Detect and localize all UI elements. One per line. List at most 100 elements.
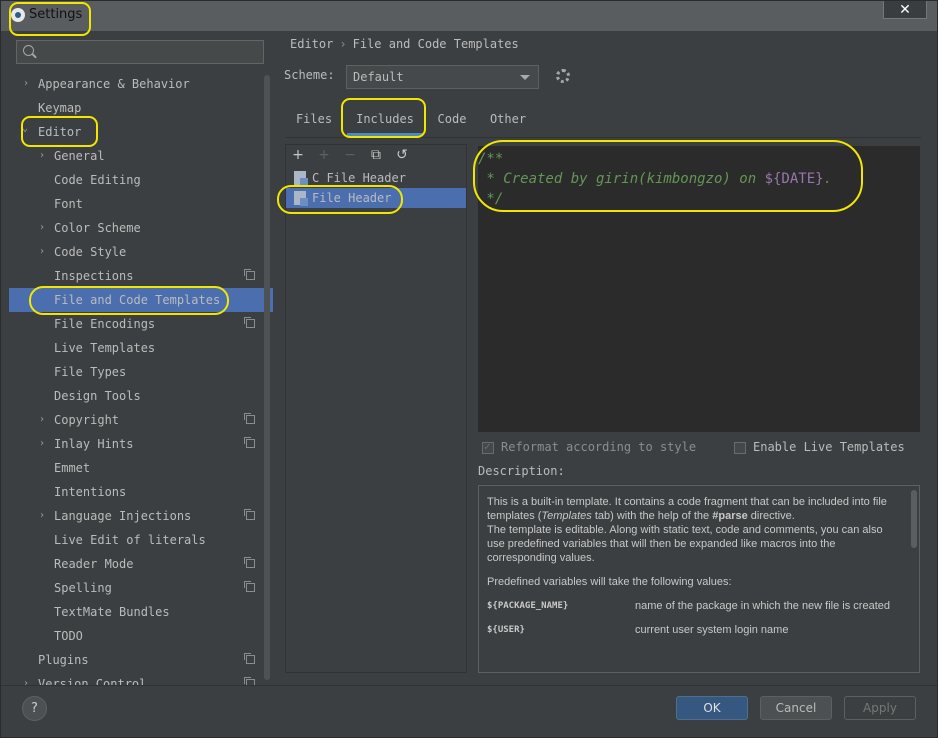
tree-item-textmate-bundles[interactable]: TextMate Bundles bbox=[9, 600, 273, 624]
tree-item-label: General bbox=[54, 149, 105, 163]
tree-item-editor[interactable]: ⌄ Editor bbox=[9, 120, 273, 144]
tree-item-intentions[interactable]: Intentions bbox=[9, 480, 273, 504]
template-editor[interactable]: /** * Created by girin(kimbongzo) on ${D… bbox=[478, 146, 920, 432]
tree-item-emmet[interactable]: Emmet bbox=[9, 456, 273, 480]
description-paragraph: Predefined variables will take the follo… bbox=[487, 576, 732, 588]
cancel-button[interactable]: Cancel bbox=[760, 696, 832, 720]
settings-search[interactable] bbox=[16, 40, 264, 64]
tree-item-color-scheme[interactable]: › Color Scheme bbox=[9, 216, 273, 240]
description-label: Description: bbox=[478, 464, 565, 478]
project-scope-icon bbox=[244, 653, 255, 664]
tree-item-label: File Types bbox=[54, 365, 127, 379]
add-icon[interactable]: + bbox=[290, 147, 306, 163]
description-text: directive. bbox=[747, 510, 795, 522]
tree-item-copyright[interactable]: › Copyright bbox=[9, 408, 273, 432]
tree-item-file-and-code-templates[interactable]: File and Code Templates bbox=[9, 288, 273, 312]
tree-item-inlay-hints[interactable]: › Inlay Hints bbox=[9, 432, 273, 456]
chevron-right-icon[interactable]: › bbox=[39, 144, 49, 168]
tree-item-live-templates[interactable]: Live Templates bbox=[9, 336, 273, 360]
tree-item-label: Live Templates bbox=[54, 341, 156, 355]
tree-item-file-types[interactable]: File Types bbox=[9, 360, 273, 384]
tree-item-label: Font bbox=[54, 197, 83, 211]
tree-item-spelling[interactable]: Spelling bbox=[9, 576, 273, 600]
code-line: */ bbox=[478, 191, 504, 207]
copy-icon[interactable]: ⧉ bbox=[368, 147, 384, 163]
chevron-right-icon[interactable]: › bbox=[39, 408, 49, 432]
remove-icon[interactable]: − bbox=[342, 147, 358, 163]
description-paragraph: The template is editable. Along with sta… bbox=[487, 524, 883, 564]
code-line: /** bbox=[478, 151, 504, 167]
sidebar-scrollbar[interactable] bbox=[264, 75, 270, 680]
settings-dialog: Settings ✕ › Appearance & Behavior Keyma… bbox=[0, 0, 938, 738]
tree-item-keymap[interactable]: Keymap bbox=[9, 96, 273, 120]
tree-item-inspections[interactable]: Inspections bbox=[9, 264, 273, 288]
tree-item-code-style[interactable]: › Code Style bbox=[9, 240, 273, 264]
divider bbox=[1, 685, 937, 686]
tree-item-general[interactable]: › General bbox=[9, 144, 273, 168]
scheme-label: Scheme: bbox=[284, 68, 335, 82]
template-item-label: File Header bbox=[312, 191, 392, 205]
breadcrumb-current: File and Code Templates bbox=[352, 37, 519, 51]
tree-item-label: Live Edit of literals bbox=[54, 533, 206, 547]
tree-item-label: Appearance & Behavior bbox=[38, 77, 190, 91]
chevron-right-icon[interactable]: › bbox=[23, 672, 33, 685]
chevron-down-icon[interactable]: ⌄ bbox=[22, 117, 32, 141]
scheme-dropdown[interactable]: Default bbox=[346, 65, 539, 89]
project-scope-icon bbox=[244, 269, 255, 280]
apply-button[interactable]: Apply bbox=[844, 696, 916, 720]
project-scope-icon bbox=[244, 413, 255, 424]
chevron-right-icon[interactable]: › bbox=[39, 240, 49, 264]
chevron-right-icon[interactable]: › bbox=[23, 72, 33, 96]
tree-item-language-injections[interactable]: › Language Injections bbox=[9, 504, 273, 528]
tree-item-reader-mode[interactable]: Reader Mode bbox=[9, 552, 273, 576]
chevron-right-icon[interactable]: › bbox=[39, 432, 49, 456]
help-button[interactable]: ? bbox=[22, 696, 47, 721]
tree-item-appearance-behavior[interactable]: › Appearance & Behavior bbox=[9, 72, 273, 96]
tree-item-label: Color Scheme bbox=[54, 221, 141, 235]
description-text: #parse bbox=[712, 510, 748, 522]
breadcrumb: Editor › File and Code Templates bbox=[290, 37, 519, 51]
template-item-c-file-header[interactable]: C File Header bbox=[286, 168, 466, 188]
tree-item-design-tools[interactable]: Design Tools bbox=[9, 384, 273, 408]
tree-item-label: Inlay Hints bbox=[54, 437, 134, 451]
tree-item-file-encodings[interactable]: File Encodings bbox=[9, 312, 273, 336]
project-scope-icon bbox=[244, 557, 255, 568]
description-scrollbar[interactable] bbox=[911, 490, 917, 548]
tree-item-label: Spelling bbox=[54, 581, 112, 595]
template-list-panel: + + − ⧉ ↺ C File Header File Header bbox=[285, 144, 467, 673]
gear-icon[interactable] bbox=[556, 69, 570, 83]
search-input[interactable] bbox=[41, 43, 260, 63]
ok-button[interactable]: OK bbox=[676, 696, 748, 720]
enable-live-templates-label: Enable Live Templates bbox=[753, 440, 905, 454]
app-logo-icon bbox=[11, 8, 25, 22]
title-bar: Settings ✕ bbox=[1, 1, 937, 31]
tree-item-code-editing[interactable]: Code Editing bbox=[9, 168, 273, 192]
close-button[interactable]: ✕ bbox=[883, 1, 927, 19]
checkbox-box[interactable] bbox=[734, 442, 746, 454]
tab-code[interactable]: Code bbox=[431, 107, 473, 133]
breadcrumb-parent[interactable]: Editor bbox=[290, 37, 333, 51]
description-paragraph: This is a built-in template. It contains… bbox=[487, 495, 897, 523]
template-code[interactable]: /** * Created by girin(kimbongzo) on ${D… bbox=[478, 146, 920, 209]
tree-item-live-edit-of-literals[interactable]: Live Edit of literals bbox=[9, 528, 273, 552]
code-punctuation: . bbox=[823, 171, 833, 187]
add-child-icon[interactable]: + bbox=[316, 147, 332, 163]
tree-item-font[interactable]: Font bbox=[9, 192, 273, 216]
description-text: Templates bbox=[541, 510, 592, 522]
template-item-file-header[interactable]: File Header bbox=[286, 188, 466, 208]
reset-icon[interactable]: ↺ bbox=[394, 147, 410, 163]
tree-item-label: Reader Mode bbox=[54, 557, 134, 571]
tab-other[interactable]: Other bbox=[483, 107, 533, 133]
tree-item-label: Code Style bbox=[54, 245, 127, 259]
search-icon bbox=[23, 45, 34, 56]
tree-item-version-control[interactable]: › Version Control bbox=[9, 672, 273, 685]
chevron-right-icon[interactable]: › bbox=[39, 216, 49, 240]
tree-item-plugins[interactable]: Plugins bbox=[9, 648, 273, 672]
tree-item-label: Editor bbox=[38, 125, 82, 139]
chevron-right-icon[interactable]: › bbox=[39, 504, 49, 528]
tab-files[interactable]: Files bbox=[289, 107, 339, 133]
checkbox-box[interactable] bbox=[482, 440, 494, 454]
tab-includes[interactable]: Includes bbox=[347, 107, 423, 136]
window-title: Settings bbox=[29, 7, 83, 22]
tree-item-todo[interactable]: TODO bbox=[9, 624, 273, 648]
